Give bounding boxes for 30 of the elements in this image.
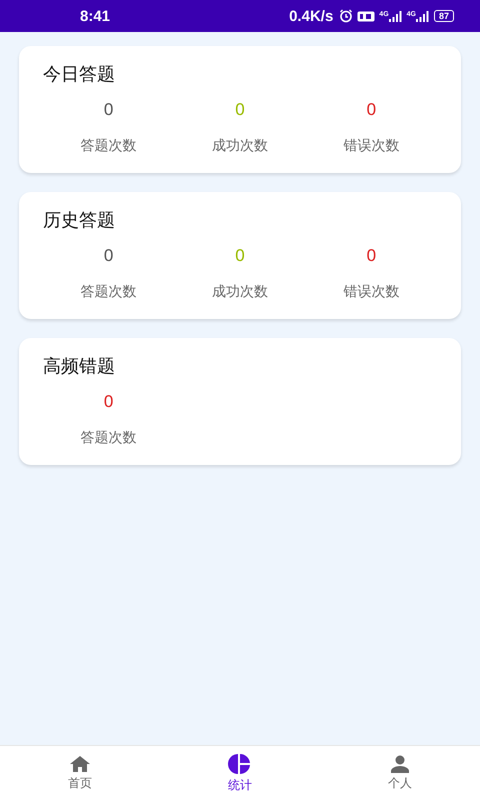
signal-icon [416,10,430,22]
hd-icon [357,10,376,22]
pie-chart-icon [227,752,253,774]
home-icon [69,754,91,772]
person-icon [389,754,411,772]
stat-value: 0 [104,246,114,266]
stat-value: 0 [235,246,245,266]
clock: 8:41 [80,8,110,24]
card-title: 历史答题 [43,209,116,232]
card-title: 今日答题 [43,63,116,86]
stat-label: 答题次数 [80,429,137,447]
stat-label: 答题次数 [80,283,137,301]
stat-label: 错误次数 [343,137,400,155]
card-title: 高频错题 [43,355,116,378]
nav-tab[interactable]: 首页 [0,746,160,800]
stat-label: 成功次数 [212,137,268,155]
stat-label: 答题次数 [80,137,137,155]
stat-label: 错误次数 [343,283,400,301]
stat-value: 0 [366,246,376,266]
stat-value: 0 [104,100,114,120]
stat-label: 成功次数 [212,283,268,301]
nav-tab[interactable]: 个人 [320,746,480,800]
battery-level: 87 [434,10,454,22]
stat-value: 0 [366,100,376,120]
stat-value: 0 [235,100,245,120]
alarm-icon [339,9,354,23]
nav-tab[interactable]: 统计 [160,746,320,800]
stat-value: 0 [104,392,114,412]
signal-icon [388,10,403,22]
network-speed: 0.4K/s [289,8,334,24]
